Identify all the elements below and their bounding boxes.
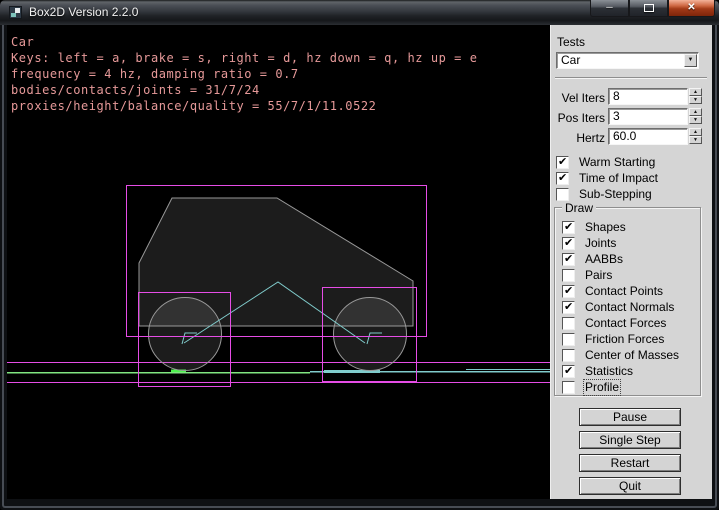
bridge-joints — [310, 370, 550, 372]
pos-iters-label: Pos Iters — [553, 111, 605, 125]
checkbox-label: Contact Normals — [585, 301, 674, 314]
counts-line: bodies/contacts/joints = 31/7/24 — [11, 83, 260, 97]
spin-up-button[interactable]: ▲ — [689, 108, 702, 116]
draw-groupbox: Draw ✔ Shapes ✔ Joints ✔ AABBs ✔ Pairs ✔… — [554, 207, 701, 396]
app-icon — [9, 6, 22, 19]
check-icon: ✔ — [564, 252, 573, 265]
pos-iters-value: 3 — [613, 109, 620, 123]
check-icon: ✔ — [564, 236, 573, 249]
checkbox-label: Warm Starting — [579, 156, 655, 169]
checkbox-label: Profile — [585, 381, 619, 394]
spin-up-icon: ▲ — [693, 129, 698, 135]
spin-down-icon: ▼ — [693, 117, 698, 123]
hertz-label: Hertz — [553, 131, 605, 145]
vel-iters-label: Vel Iters — [553, 91, 605, 105]
quit-button[interactable]: Quit — [579, 477, 681, 495]
pause-button[interactable]: Pause — [579, 408, 681, 426]
tests-dropdown-value: Car — [561, 53, 580, 67]
checkbox-label: Sub-Stepping — [579, 188, 652, 201]
maximize-icon — [644, 4, 654, 12]
titlebar[interactable]: Box2D Version 2.2.0 ─ ✕ — [0, 0, 719, 25]
checkbox-label: Contact Points — [585, 285, 663, 298]
hertz-field[interactable]: 60.0 — [608, 128, 688, 145]
app-window: Box2D Version 2.2.0 ─ ✕ — [0, 0, 719, 510]
tests-label: Tests — [557, 35, 585, 49]
broadphase-line: proxies/height/balance/quality = 55/7/1/… — [11, 99, 376, 113]
checkbox-box[interactable]: ✔ — [562, 349, 575, 362]
close-icon: ✕ — [687, 2, 695, 13]
test-title: Car — [11, 35, 34, 49]
check-icon: ✔ — [558, 155, 567, 168]
maximize-button[interactable] — [629, 0, 668, 17]
single-step-button[interactable]: Single Step — [579, 431, 681, 449]
check-icon: ✔ — [564, 364, 573, 377]
vel-iters-spinner: ▲ ▼ — [689, 88, 702, 104]
tests-dropdown[interactable]: Car ▼ — [556, 52, 699, 69]
checkbox-box[interactable]: ✔ — [562, 301, 575, 314]
checkbox-box[interactable]: ✔ — [556, 172, 569, 185]
close-button[interactable]: ✕ — [668, 0, 715, 17]
spin-up-icon: ▲ — [693, 89, 698, 95]
checkbox-box[interactable]: ✔ — [562, 317, 575, 330]
checkbox-box[interactable]: ✔ — [562, 221, 575, 234]
checkbox-box[interactable]: ✔ — [562, 333, 575, 346]
check-icon: ✔ — [558, 171, 567, 184]
checkbox-box[interactable]: ✔ — [562, 381, 575, 394]
pos-iters-field[interactable]: 3 — [608, 108, 688, 125]
simulation-viewport[interactable]: Car Keys: left = a, brake = s, right = d… — [7, 25, 550, 499]
checkbox-box[interactable]: ✔ — [562, 253, 575, 266]
check-icon: ✔ — [564, 284, 573, 297]
checkbox-label: Shapes — [585, 221, 626, 234]
spin-down-icon: ▼ — [693, 97, 698, 103]
restart-button[interactable]: Restart — [579, 454, 681, 472]
frequency-line: frequency = 4 hz, damping ratio = 0.7 — [11, 67, 299, 81]
spin-down-icon: ▼ — [693, 137, 698, 143]
debug-statistics: Car Keys: left = a, brake = s, right = d… — [11, 34, 477, 114]
checkbox-box[interactable]: ✔ — [562, 269, 575, 282]
spin-up-button[interactable]: ▲ — [689, 88, 702, 96]
checkbox-box[interactable]: ✔ — [562, 285, 575, 298]
hertz-value: 60.0 — [613, 129, 636, 143]
spin-up-icon: ▲ — [693, 109, 698, 115]
checkbox-label: Statistics — [585, 365, 633, 378]
pos-iters-spinner: ▲ ▼ — [689, 108, 702, 124]
minimize-icon: ─ — [606, 2, 612, 12]
check-icon: ✔ — [564, 220, 573, 233]
control-panel: Tests Car ▼ Vel Iters 8 ▲ ▼ Pos Iters 3 … — [550, 25, 712, 499]
hertz-spinner: ▲ ▼ — [689, 128, 702, 144]
checkbox-box[interactable]: ✔ — [562, 237, 575, 250]
minimize-button[interactable]: ─ — [590, 0, 629, 17]
keys-help: Keys: left = a, brake = s, right = d, hz… — [11, 51, 477, 65]
checkbox-label: Friction Forces — [585, 333, 664, 346]
caption-buttons: ─ ✕ — [590, 0, 715, 17]
checkbox-box[interactable]: ✔ — [556, 156, 569, 169]
spin-down-button[interactable]: ▼ — [689, 96, 702, 104]
check-icon: ✔ — [564, 300, 573, 313]
checkbox-label: Center of Masses — [585, 349, 679, 362]
vel-iters-value: 8 — [613, 89, 620, 103]
checkbox-label: Pairs — [585, 269, 612, 282]
spin-down-button[interactable]: ▼ — [689, 116, 702, 124]
checkbox-box[interactable]: ✔ — [562, 365, 575, 378]
checkbox-label: Joints — [585, 237, 616, 250]
checkbox-label: Contact Forces — [585, 317, 666, 330]
dropdown-arrow-button[interactable]: ▼ — [684, 54, 697, 67]
separator — [555, 77, 707, 79]
checkbox-label: AABBs — [585, 253, 623, 266]
spin-down-button[interactable]: ▼ — [689, 136, 702, 144]
spin-up-button[interactable]: ▲ — [689, 128, 702, 136]
chevron-down-icon: ▼ — [688, 57, 694, 63]
checkbox-label: Time of Impact — [579, 172, 658, 185]
draw-group-label: Draw — [562, 201, 596, 215]
window-title: Box2D Version 2.2.0 — [29, 5, 138, 19]
vel-iters-field[interactable]: 8 — [608, 88, 688, 105]
checkbox-box[interactable]: ✔ — [556, 188, 569, 201]
